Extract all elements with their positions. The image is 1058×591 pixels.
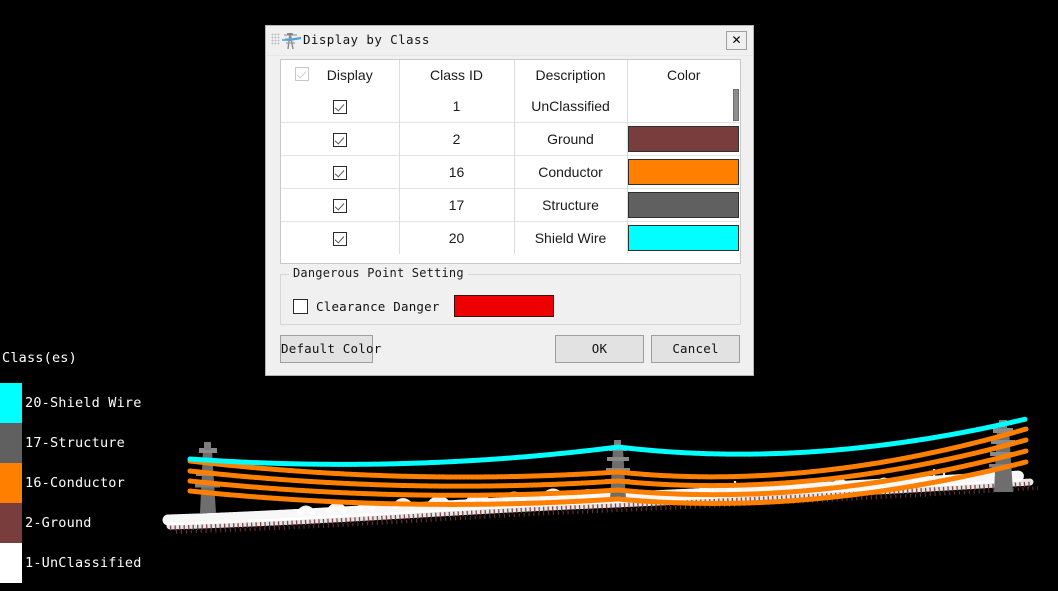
- row-class-id: 1: [399, 90, 515, 123]
- display-by-class-dialog: Display by Class ✕ Display Class ID Desc…: [265, 25, 754, 376]
- column-header-description: Description: [514, 60, 628, 90]
- row-class-id: 17: [399, 188, 515, 222]
- row-display-checkbox[interactable]: [332, 166, 347, 181]
- drag-handle-dots: [271, 33, 280, 45]
- table-row[interactable]: 16 Conductor: [281, 155, 740, 189]
- default-color-button[interactable]: Default Color: [280, 335, 381, 363]
- row-class-id: 16: [399, 155, 515, 189]
- row-color-cell[interactable]: [627, 155, 740, 189]
- row-color-swatch[interactable]: [628, 126, 740, 152]
- legend-swatch-structure: [0, 423, 22, 463]
- column-header-class-id: Class ID: [399, 60, 515, 90]
- legend-title: Class(es): [2, 350, 77, 366]
- legend-swatch-shield-wire: [0, 383, 22, 423]
- row-display-cell[interactable]: [281, 221, 400, 254]
- row-display-checkbox[interactable]: [332, 100, 347, 115]
- row-display-checkbox[interactable]: [332, 133, 347, 148]
- row-color-swatch[interactable]: [628, 93, 740, 119]
- row-color-cell[interactable]: [627, 221, 740, 254]
- row-display-cell[interactable]: [281, 155, 400, 189]
- legend-label-ground: 2-Ground: [25, 515, 92, 531]
- row-display-cell[interactable]: [281, 122, 400, 156]
- row-color-swatch[interactable]: [628, 159, 740, 185]
- row-display-cell[interactable]: [281, 188, 400, 222]
- row-color-cell[interactable]: [627, 122, 740, 156]
- table-row[interactable]: 1 UnClassified: [281, 90, 740, 123]
- clearance-danger-row: Clearance Danger: [293, 295, 554, 317]
- dangerous-point-setting-group: Dangerous Point Setting Clearance Danger: [280, 266, 741, 325]
- clearance-danger-color-swatch[interactable]: [453, 295, 554, 317]
- row-description: Structure: [514, 188, 628, 222]
- dialog-titlebar[interactable]: Display by Class ✕: [266, 26, 753, 56]
- column-header-display: Display: [281, 60, 400, 90]
- column-header-display-label: Display: [326, 67, 373, 83]
- table-scrollbar[interactable]: [733, 89, 739, 121]
- row-description: Conductor: [514, 155, 628, 189]
- legend-label-structure: 17-Structure: [25, 435, 125, 451]
- legend-label-unclassified: 1-UnClassified: [25, 555, 142, 571]
- table-row[interactable]: 17 Structure: [281, 188, 740, 222]
- row-display-cell[interactable]: [281, 90, 400, 123]
- legend-label-shield-wire: 20-Shield Wire: [25, 395, 142, 411]
- class-table: Display Class ID Description Color 1 UnC…: [281, 60, 740, 254]
- row-color-swatch[interactable]: [628, 192, 740, 218]
- class-table-body: 1 UnClassified 2 Ground 16 Conductor 17 …: [281, 90, 740, 254]
- row-color-swatch[interactable]: [628, 225, 740, 251]
- class-table-container: Display Class ID Description Color 1 UnC…: [280, 59, 741, 264]
- legend-label-list: 20-Shield Wire 17-Structure 16-Conductor…: [25, 383, 200, 583]
- legend-swatch-conductor: [0, 463, 22, 503]
- row-color-cell[interactable]: [627, 188, 740, 222]
- transmission-tower-icon: [280, 31, 302, 51]
- row-description: Shield Wire: [514, 221, 628, 254]
- row-display-checkbox[interactable]: [332, 199, 347, 214]
- column-header-color: Color: [627, 60, 740, 90]
- select-all-checkbox[interactable]: [295, 67, 309, 81]
- row-description: Ground: [514, 122, 628, 156]
- dialog-title: Display by Class: [303, 32, 430, 47]
- table-row[interactable]: 2 Ground: [281, 122, 740, 156]
- clearance-danger-checkbox[interactable]: [293, 298, 308, 314]
- legend-label-conductor: 16-Conductor: [25, 475, 125, 491]
- legend-swatch-unclassified: [0, 543, 22, 583]
- legend-color-bar: [0, 383, 23, 583]
- cancel-button[interactable]: Cancel: [651, 335, 740, 363]
- close-icon[interactable]: ✕: [726, 31, 747, 50]
- legend-swatch-ground: [0, 503, 22, 543]
- row-display-checkbox[interactable]: [332, 232, 347, 247]
- table-row[interactable]: 20 Shield Wire: [281, 221, 740, 254]
- row-class-id: 20: [399, 221, 515, 254]
- clearance-danger-label: Clearance Danger: [316, 298, 440, 314]
- row-color-cell[interactable]: [627, 90, 740, 123]
- row-description: UnClassified: [514, 90, 628, 123]
- table-header-row: Display Class ID Description Color: [281, 60, 740, 90]
- ok-button[interactable]: OK: [555, 335, 644, 363]
- row-class-id: 2: [399, 122, 515, 156]
- dangerous-point-setting-title: Dangerous Point Setting: [289, 266, 468, 280]
